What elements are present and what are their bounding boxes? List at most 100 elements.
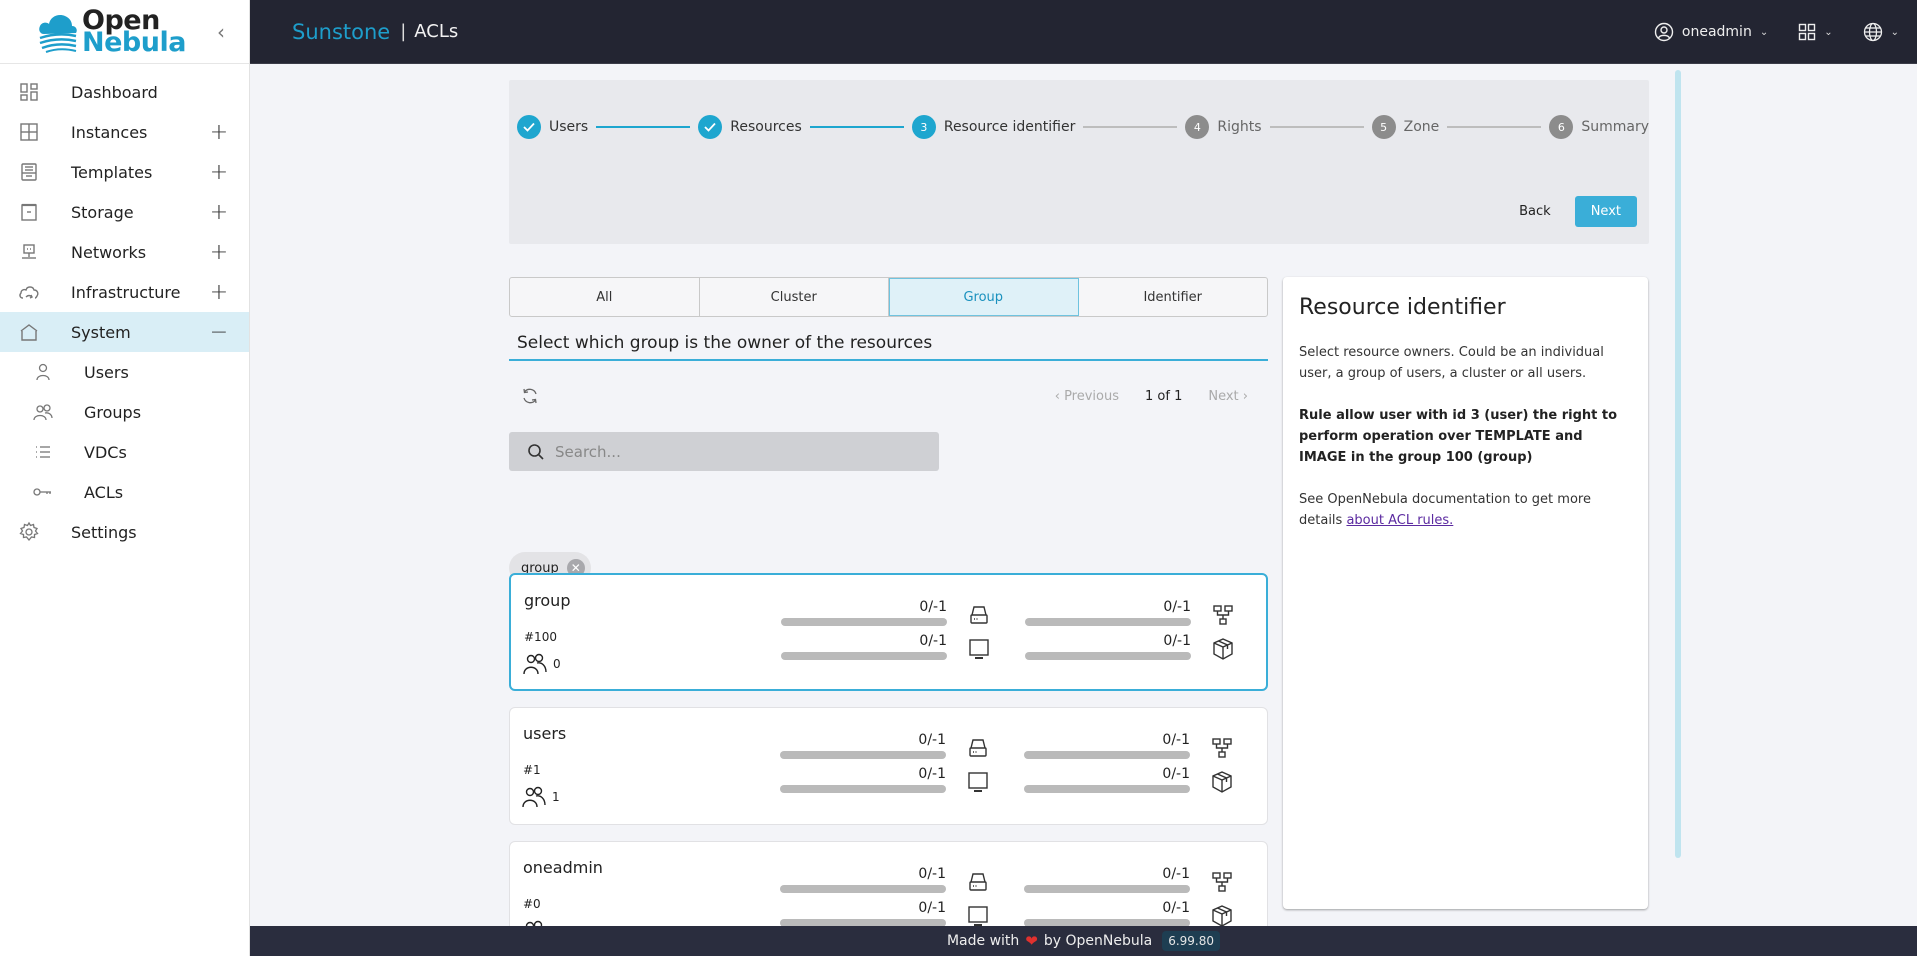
help-doc-text: See OpenNebula documentation to get more… [1299, 489, 1632, 531]
sidebar-item-system[interactable]: System − [0, 312, 249, 352]
quota-progress-bar [780, 785, 946, 793]
sidebar-item-label: Dashboard [71, 82, 158, 102]
user-name: oneadmin [1681, 24, 1752, 40]
step-label: Zone [1403, 119, 1440, 135]
sidebar-item-label: ACLs [84, 482, 124, 502]
sidebar-item-users[interactable]: Users [0, 352, 249, 392]
step-label: Rights [1217, 119, 1262, 135]
tab-group[interactable]: Group [889, 278, 1079, 316]
tab-cluster[interactable]: Cluster [700, 278, 889, 316]
quota-image-box: 0/-1 [1024, 900, 1234, 926]
group-card-group[interactable]: group #100 0 0/-1 0/-1 0/-1 0/-1 [509, 573, 1268, 691]
footer-by: by OpenNebula [1043, 933, 1153, 949]
vm-monitor-icon [966, 770, 990, 794]
sidebar-item-label: Users [84, 362, 129, 382]
sidebar-item-label: Infrastructure [71, 282, 181, 302]
quota-image-box: 0/-1 [1025, 633, 1235, 661]
sidebar-item-templates[interactable]: Templates + [0, 152, 249, 192]
sidebar-item-vdcs[interactable]: VDCs [0, 432, 249, 472]
step-resources[interactable]: Resources [698, 115, 802, 139]
expand-plus-icon[interactable]: + [209, 200, 229, 225]
collapse-minus-icon[interactable]: − [209, 320, 229, 345]
identifier-type-tabs: All Cluster Group Identifier [509, 277, 1268, 317]
sidebar-item-infrastructure[interactable]: Infrastructure + [0, 272, 249, 312]
image-box-icon [1210, 770, 1234, 794]
tab-identifier[interactable]: Identifier [1079, 278, 1268, 316]
chevron-down-icon: ⌄ [1824, 26, 1833, 38]
opennebula-logo[interactable]: Open Nebula [38, 7, 186, 56]
acl-rules-doc-link[interactable]: about ACL rules. [1346, 513, 1453, 528]
main-scrollbar[interactable] [1675, 70, 1681, 858]
quota-value: 0/-1 [1162, 900, 1190, 916]
collapse-sidebar-chevron-left-icon[interactable]: ‹ [217, 20, 225, 44]
apps-menu-button[interactable]: ⌄ [1798, 23, 1833, 41]
quota-value: 0/-1 [1162, 766, 1190, 782]
quota-value: 0/-1 [918, 866, 946, 882]
image-box-icon [1210, 904, 1234, 926]
search-box [509, 432, 939, 471]
group-users-count: 1 [522, 786, 560, 808]
sidebar-item-settings[interactable]: Settings [0, 512, 249, 552]
step-connector [1447, 126, 1542, 128]
quota-vm-monitor: 0/-1 [781, 633, 991, 661]
step-summary[interactable]: 6 Summary [1549, 115, 1649, 139]
group-name: group [524, 591, 571, 610]
datastore-icon [966, 870, 990, 894]
quota-progress-bar [780, 919, 946, 926]
expand-plus-icon[interactable]: + [209, 160, 229, 185]
quota-progress-bar [1025, 652, 1191, 660]
quota-value: 0/-1 [1163, 633, 1191, 649]
user-menu-button[interactable]: oneadmin ⌄ [1654, 22, 1768, 42]
quota-datastore: 0/-1 [780, 866, 990, 894]
cloud-logo-icon [39, 14, 77, 53]
group-card-oneadmin[interactable]: oneadmin #0 0/-1 0/-1 0/-1 0/-1 [509, 841, 1268, 926]
sidebar-item-acls[interactable]: ACLs [0, 472, 249, 512]
previous-label: Previous [1064, 388, 1120, 404]
settings-gear-icon [18, 521, 40, 543]
previous-page-button[interactable]: ‹ Previous [1055, 389, 1119, 404]
section-title: Select which group is the owner of the r… [509, 333, 1268, 361]
main-content: Users Resources 3 Resource identifier 4 … [250, 65, 1917, 926]
expand-plus-icon[interactable]: + [209, 240, 229, 265]
datastore-icon [966, 736, 990, 760]
step-number: 6 [1549, 115, 1574, 139]
sidebar-item-networks[interactable]: Networks + [0, 232, 249, 272]
sidebar-item-label: Templates [71, 162, 153, 182]
step-rights[interactable]: 4 Rights [1185, 115, 1262, 139]
refresh-icon[interactable] [515, 381, 545, 411]
sidebar-item-instances[interactable]: Instances + [0, 112, 249, 152]
next-page-button[interactable]: Next › [1208, 389, 1248, 404]
sidebar-item-label: VDCs [84, 442, 127, 462]
quota-datastore: 0/-1 [781, 599, 991, 627]
search-input[interactable] [555, 442, 939, 461]
network-icon [1210, 736, 1234, 760]
back-button[interactable]: Back [1505, 196, 1565, 227]
quota-progress-bar [780, 751, 946, 759]
step-zone[interactable]: 5 Zone [1371, 115, 1440, 139]
tab-all[interactable]: All [510, 278, 700, 316]
step-users[interactable]: Users [517, 115, 588, 139]
chevron-down-icon: ⌄ [1890, 26, 1899, 38]
step-number: 4 [1185, 115, 1210, 139]
group-card-users[interactable]: users #1 1 0/-1 0/-1 0/-1 0/-1 [509, 707, 1268, 825]
quota-value: 0/-1 [918, 900, 946, 916]
sidebar-item-dashboard[interactable]: Dashboard [0, 72, 249, 112]
quota-value: 0/-1 [918, 766, 946, 782]
sidebar-item-label: Groups [84, 402, 142, 422]
language-menu-button[interactable]: ⌄ [1863, 22, 1899, 42]
footer: Made with ❤ by OpenNebula 6.99.80 [250, 926, 1917, 956]
next-button[interactable]: Next [1574, 196, 1637, 227]
sidebar: Open Nebula ‹ Dashboard Instances + Temp… [0, 0, 250, 956]
vm-monitor-icon [967, 637, 991, 661]
step-connector [596, 126, 691, 128]
sidebar-item-groups[interactable]: Groups [0, 392, 249, 432]
expand-plus-icon[interactable]: + [209, 280, 229, 305]
sidebar-item-storage[interactable]: Storage + [0, 192, 249, 232]
step-resource-identifier[interactable]: 3 Resource identifier [911, 115, 1075, 139]
footer-made-with: Made with [946, 933, 1020, 949]
expand-plus-icon[interactable]: + [209, 120, 229, 145]
network-icon [1210, 870, 1234, 894]
sidebar-item-label: Storage [71, 202, 134, 222]
group-users-count: 0 [523, 653, 561, 675]
stepper-actions: Back Next [1505, 196, 1637, 227]
